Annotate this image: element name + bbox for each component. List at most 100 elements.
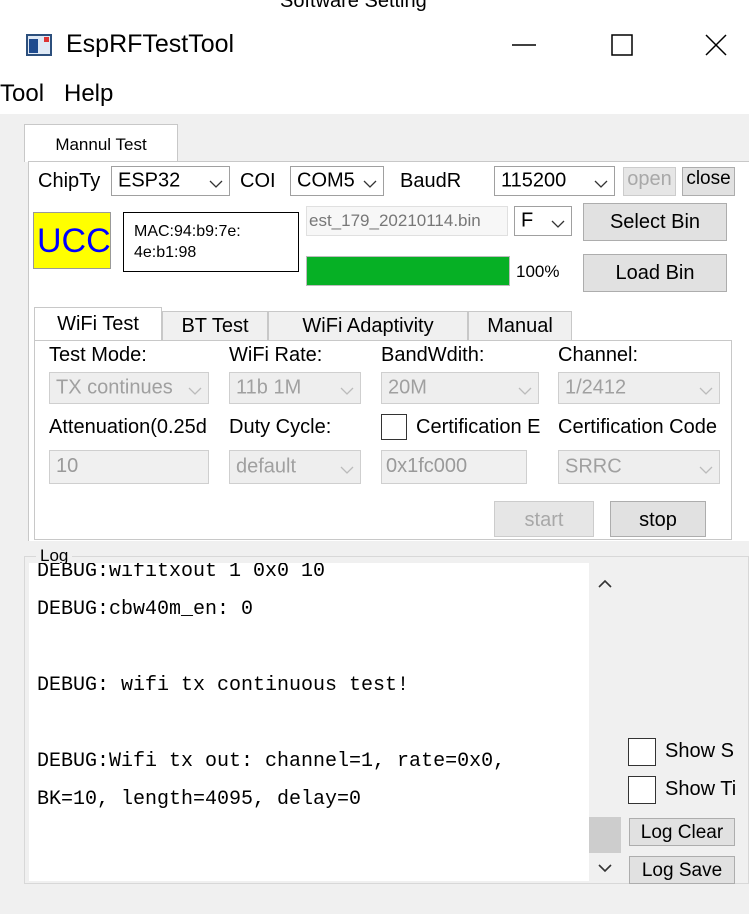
certification-address-input[interactable]: 0x1fc000	[381, 450, 527, 484]
baud-label: BaudR	[400, 170, 462, 192]
flash-mode-value: F	[521, 209, 534, 232]
load-bin-button[interactable]: Load Bin	[583, 254, 727, 292]
tab-mannul-test[interactable]: Mannul Test	[24, 124, 178, 162]
show-s-label: Show S	[665, 740, 734, 762]
log-save-button-label: Log Save	[641, 860, 723, 881]
show-time-label: Show Ti	[665, 778, 737, 800]
flash-mode-select[interactable]: F	[514, 206, 572, 236]
chevron-down-icon	[549, 214, 567, 228]
chevron-down-icon	[186, 381, 204, 395]
tab-wifi-test[interactable]: WiFi Test	[34, 307, 162, 341]
certification-enable-label: Certification E	[416, 416, 541, 438]
title-bar[interactable]: EspRFTestTool	[0, 14, 749, 74]
progress-fill	[307, 257, 509, 285]
close-icon[interactable]	[698, 30, 734, 60]
log-line: DEBUG: wifi tx continuous test!	[37, 674, 410, 697]
test-mode-select[interactable]: TX continues	[49, 372, 209, 404]
close-port-button-label: close	[686, 168, 731, 189]
channel-label: Channel:	[558, 344, 639, 366]
chevron-down-icon	[207, 174, 225, 188]
certification-code-value: SRRC	[565, 455, 622, 478]
select-bin-button[interactable]: Select Bin	[583, 203, 727, 241]
close-port-button[interactable]: close	[682, 167, 735, 196]
com-port-value: COM5	[297, 169, 355, 192]
log-save-button[interactable]: Log Save	[629, 856, 735, 884]
chevron-down-icon	[697, 460, 715, 474]
load-bin-button-label: Load Bin	[615, 262, 695, 284]
channel-select[interactable]: 1/2412	[558, 372, 720, 404]
stop-button[interactable]: stop	[610, 501, 706, 537]
menu-bar: Tool Help	[0, 74, 749, 114]
attenuation-input[interactable]: 10	[49, 450, 209, 484]
tab-manual-label: Manual	[487, 315, 553, 337]
minimize-icon[interactable]	[506, 30, 542, 60]
mac-address-box: MAC:94:b9:7e: 4e:b1:98	[123, 212, 299, 272]
log-line: BK=10, length=4095, delay=0	[37, 788, 362, 811]
scroll-up-icon[interactable]	[595, 577, 615, 591]
channel-value: 1/2412	[565, 376, 627, 399]
start-button[interactable]: start	[494, 501, 594, 537]
chevron-down-icon	[592, 174, 610, 188]
wifi-rate-select[interactable]: 11b 1M	[229, 372, 361, 404]
wifi-rate-label: WiFi Rate:	[229, 344, 323, 366]
duty-cycle-value: default	[236, 455, 297, 478]
bandwidth-label: BandWdith:	[381, 344, 485, 366]
ucc-logo-text: UCC	[37, 222, 111, 260]
chevron-down-icon	[697, 381, 715, 395]
bin-path-field[interactable]: est_179_20210114.bin	[306, 206, 508, 236]
certification-enable-checkbox[interactable]	[381, 414, 407, 440]
chevron-down-icon	[338, 460, 356, 474]
com-label: COI	[240, 170, 276, 192]
certification-code-label: Certification Code	[558, 416, 717, 438]
tab-wifi-adaptivity[interactable]: WiFi Adaptivity	[268, 311, 468, 341]
log-scrollbar[interactable]	[589, 563, 621, 881]
show-s-checkbox[interactable]	[628, 738, 656, 766]
tab-wifi-test-label: WiFi Test	[57, 313, 139, 335]
bandwidth-select[interactable]: 20M	[381, 372, 539, 404]
attenuation-label: Attenuation(0.25d	[49, 416, 207, 438]
progress-percent-text: 100%	[516, 262, 560, 281]
open-button[interactable]: open	[623, 167, 676, 196]
baud-rate-select[interactable]: 115200	[494, 166, 615, 196]
duty-cycle-label: Duty Cycle:	[229, 416, 332, 438]
window-title: EspRFTestTool	[66, 30, 235, 58]
test-mode-value: TX continues	[56, 376, 173, 399]
menu-tool[interactable]: Tool	[0, 80, 44, 108]
mac-line-2: 4e:b1:98	[134, 244, 197, 261]
open-button-label: open	[627, 168, 672, 190]
select-bin-button-label: Select Bin	[609, 211, 701, 233]
maximize-icon[interactable]	[604, 30, 640, 60]
chip-type-label: ChipTy	[38, 170, 101, 192]
chevron-down-icon	[361, 174, 379, 188]
show-time-checkbox[interactable]	[628, 776, 656, 804]
progress-bar	[306, 256, 510, 286]
log-line: DEBUG:cbw40m_en: 0	[37, 598, 254, 621]
tab-bt-test[interactable]: BT Test	[162, 311, 268, 341]
tab-manual[interactable]: Manual	[468, 311, 572, 341]
scroll-thumb[interactable]	[589, 817, 621, 853]
app-window-icon	[26, 34, 52, 56]
scroll-down-icon[interactable]	[595, 861, 615, 875]
mac-line-1: MAC:94:b9:7e:	[134, 223, 241, 240]
tab-bt-test-label: BT Test	[181, 315, 249, 337]
certification-code-select[interactable]: SRRC	[558, 450, 720, 484]
window-caption-text: Software Setting	[280, 0, 427, 12]
log-clear-button-label: Log Clear	[640, 822, 724, 843]
wifi-rate-value: 11b 1M	[236, 376, 302, 399]
certification-address-value: 0x1fc000	[386, 455, 468, 477]
com-port-select[interactable]: COM5	[290, 166, 384, 196]
chip-type-select[interactable]: ESP32	[111, 166, 230, 196]
log-clear-button[interactable]: Log Clear	[629, 818, 735, 846]
test-mode-label: Test Mode:	[49, 344, 147, 366]
chevron-down-icon	[516, 381, 534, 395]
menu-help[interactable]: Help	[64, 80, 113, 108]
chevron-down-icon	[338, 381, 356, 395]
log-line: DEBUG:wifitxout 1 0x0 10	[37, 563, 326, 583]
log-text-area[interactable]: DEBUG:wifitxout 1 0x0 10 DEBUG:cbw40m_en:…	[29, 563, 621, 881]
attenuation-value: 10	[56, 455, 79, 477]
tab-wifi-adaptivity-label: WiFi Adaptivity	[302, 315, 434, 337]
ucc-logo: UCC	[33, 212, 111, 269]
duty-cycle-select[interactable]: default	[229, 450, 361, 484]
